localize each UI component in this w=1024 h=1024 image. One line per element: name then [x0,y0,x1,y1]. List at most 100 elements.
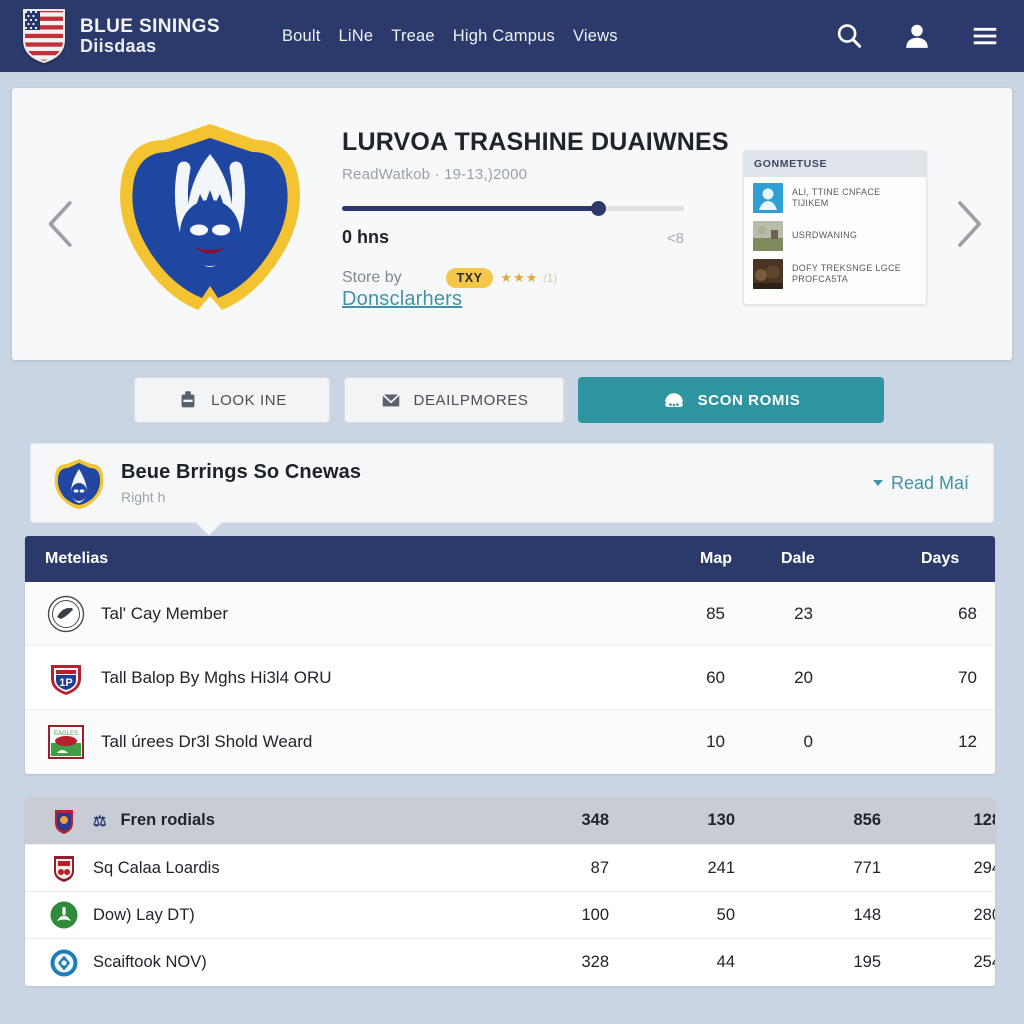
table-row[interactable]: Tal' Cay Member 85 23 68 [25,582,995,646]
svg-text:1P: 1P [59,677,72,689]
notice-pointer [196,522,222,535]
action-button-row: LOOK INE DEAILPMORES SCON ROMIS [134,377,884,423]
store-row: Store by TXY ★★★ /1) [342,268,690,288]
nav-item-2[interactable]: Treae [391,27,435,46]
team-emblem-icon [50,949,78,976]
team-emblem-icon: EAGLES [48,725,84,759]
table-row[interactable]: Sq Calaa Loardis 87 241 771 294 [25,845,995,892]
notice-title: Beue Brrings So Cnewas [121,461,362,483]
nav-links: Boult LiNe Treae High Campus Views [282,27,618,46]
flag-shield-icon [23,9,65,64]
row-value-2: 44 [716,953,735,971]
media-thumbnail-icon [753,221,783,251]
helmet-icon [664,393,683,407]
team-emblem-icon [54,856,74,882]
deailpmores-label: DEAILPMORES [413,391,529,409]
row-dale-value: 20 [794,667,813,687]
row-value-3: 771 [853,858,881,877]
store-link[interactable]: Donsclarhers [342,288,462,310]
table-row[interactable]: EAGLES Tall úrees Dr3l Shold Weard 10 0 … [25,710,995,774]
carousel-next-icon[interactable] [944,196,990,252]
table-row[interactable]: 1P Tall Balop By Mghs Hi3l4 ORU 60 20 70 [25,646,995,710]
team-emblem-icon [47,595,85,632]
row-name: Fren rodials [120,811,215,829]
table-row-total[interactable]: ⚖ Fren rodials 348 130 856 128 [25,797,995,845]
row-value-1: 348 [581,811,609,829]
user-icon[interactable] [902,21,932,51]
related-media-label-2: DOFY TREKSNGE LGCE PROFCA5TA [792,262,902,284]
row-days-value: 68 [958,603,977,623]
row-value-4: 128 [973,811,995,829]
row-name: Dow) Lay DT) [93,905,195,924]
brand-line-2: Diisdaas [80,35,157,56]
media-thumbnail-icon [753,259,783,289]
row-map-value: 85 [706,603,725,623]
search-icon[interactable] [834,21,864,51]
row-dale-value: 23 [794,603,813,623]
row-value-3: 856 [853,811,881,829]
look-ine-button[interactable]: LOOK INE [134,377,330,423]
row-value-2: 241 [707,858,735,877]
brand-line-1: BLUE SININGS [80,16,220,38]
standings-table-secondary: ⚖ Fren rodials 348 130 856 128 Sq Calaa … [25,797,995,986]
top-navigation-bar: BLUE SININGS Diisdaas Boult LiNe Treae H… [0,0,1024,72]
row-name: Tal' Cay Member [101,603,229,623]
related-media-item-0[interactable]: ALI, TTINE CNFACE TIJIKEM [744,177,926,215]
row-name: Scaiftook NOV) [93,953,207,971]
column-header-dale: Dale [781,550,815,567]
media-thumbnail-icon [753,183,783,213]
row-name: Sq Calaa Loardis [93,858,220,877]
team-emblem-icon: 1P [51,664,81,695]
menu-icon[interactable] [970,21,1000,51]
carousel-prev-icon[interactable] [38,196,84,252]
progress-labels: 0 hns <8 [342,227,684,248]
bag-icon [181,391,195,408]
row-value-1: 328 [581,953,609,971]
related-media-label-0: ALI, TTINE CNFACE TIJIKEM [792,186,881,208]
read-more-link[interactable]: Read Maí [872,472,969,494]
hero-title: LURVOA TRASHINE DUAIWNES [342,128,729,156]
related-media-label-1: USRDWANING [792,230,858,241]
table-header-row: Metelias Map Dale Days [25,536,995,582]
notice-text-block: Beue Brrings So Cnewas Right h [121,461,361,505]
deailpmores-button[interactable]: DEAILPMORES [344,377,564,423]
related-media-card: GONMETUSE ALI, TTINE CNFACE TIJIKEM USRD… [743,150,927,305]
notice-subtitle: Right h [121,489,166,505]
scon-romis-button[interactable]: SCON ROMIS [578,377,884,423]
related-media-item-2[interactable]: DOFY TREKSNGE LGCE PROFCA5TA [744,253,926,291]
nav-item-1[interactable]: LiNe [339,27,374,46]
nav-item-3[interactable]: High Campus [453,27,555,46]
page-root: BLUE SININGS Diisdaas Boult LiNe Treae H… [0,0,1024,1024]
row-value-1: 100 [581,905,609,924]
progress-knob[interactable] [591,201,606,216]
table-row[interactable]: Dow) Lay DT) 100 50 148 280 [25,892,995,939]
hero-subtitle: ReadWatkob · 19-13,)2000 [342,166,528,183]
related-media-item-1[interactable]: USRDWANING [744,215,926,253]
row-dale-value: 0 [803,732,813,751]
row-value-2: 50 [716,905,735,924]
team-emblem-icon [55,809,73,834]
svg-text:EAGLES: EAGLES [54,731,78,737]
table-row[interactable]: Scaiftook NOV) 328 44 195 254 [25,939,995,986]
team-mascot-logo [120,124,300,310]
brand-logo[interactable]: BLUE SININGS Diisdaas [22,8,220,64]
row-map-value: 10 [706,732,725,751]
row-value-3: 195 [853,953,881,971]
scon-romis-label: SCON ROMIS [697,391,801,409]
progress-fill [342,206,598,211]
row-name: Tall Balop By Mghs Hi3l4 ORU [101,667,332,687]
progress-slider[interactable] [342,201,684,216]
network-badge[interactable]: TXY [445,268,494,288]
notice-bar: Beue Brrings So Cnewas Right h Read Maí [30,443,994,523]
nav-item-0[interactable]: Boult [282,27,321,46]
team-emblem-icon [50,901,78,929]
row-value-3: 148 [853,905,881,924]
store-by-label: Store by [342,269,402,286]
nav-item-4[interactable]: Views [573,27,618,46]
column-header-days: Days [921,550,960,567]
column-header-map: Map [700,550,732,567]
progress-right-label: <8 [666,230,684,247]
header-icon-group [834,0,1000,72]
read-more-label: Read Maí [890,472,969,493]
row-value-4: 280 [973,905,995,924]
